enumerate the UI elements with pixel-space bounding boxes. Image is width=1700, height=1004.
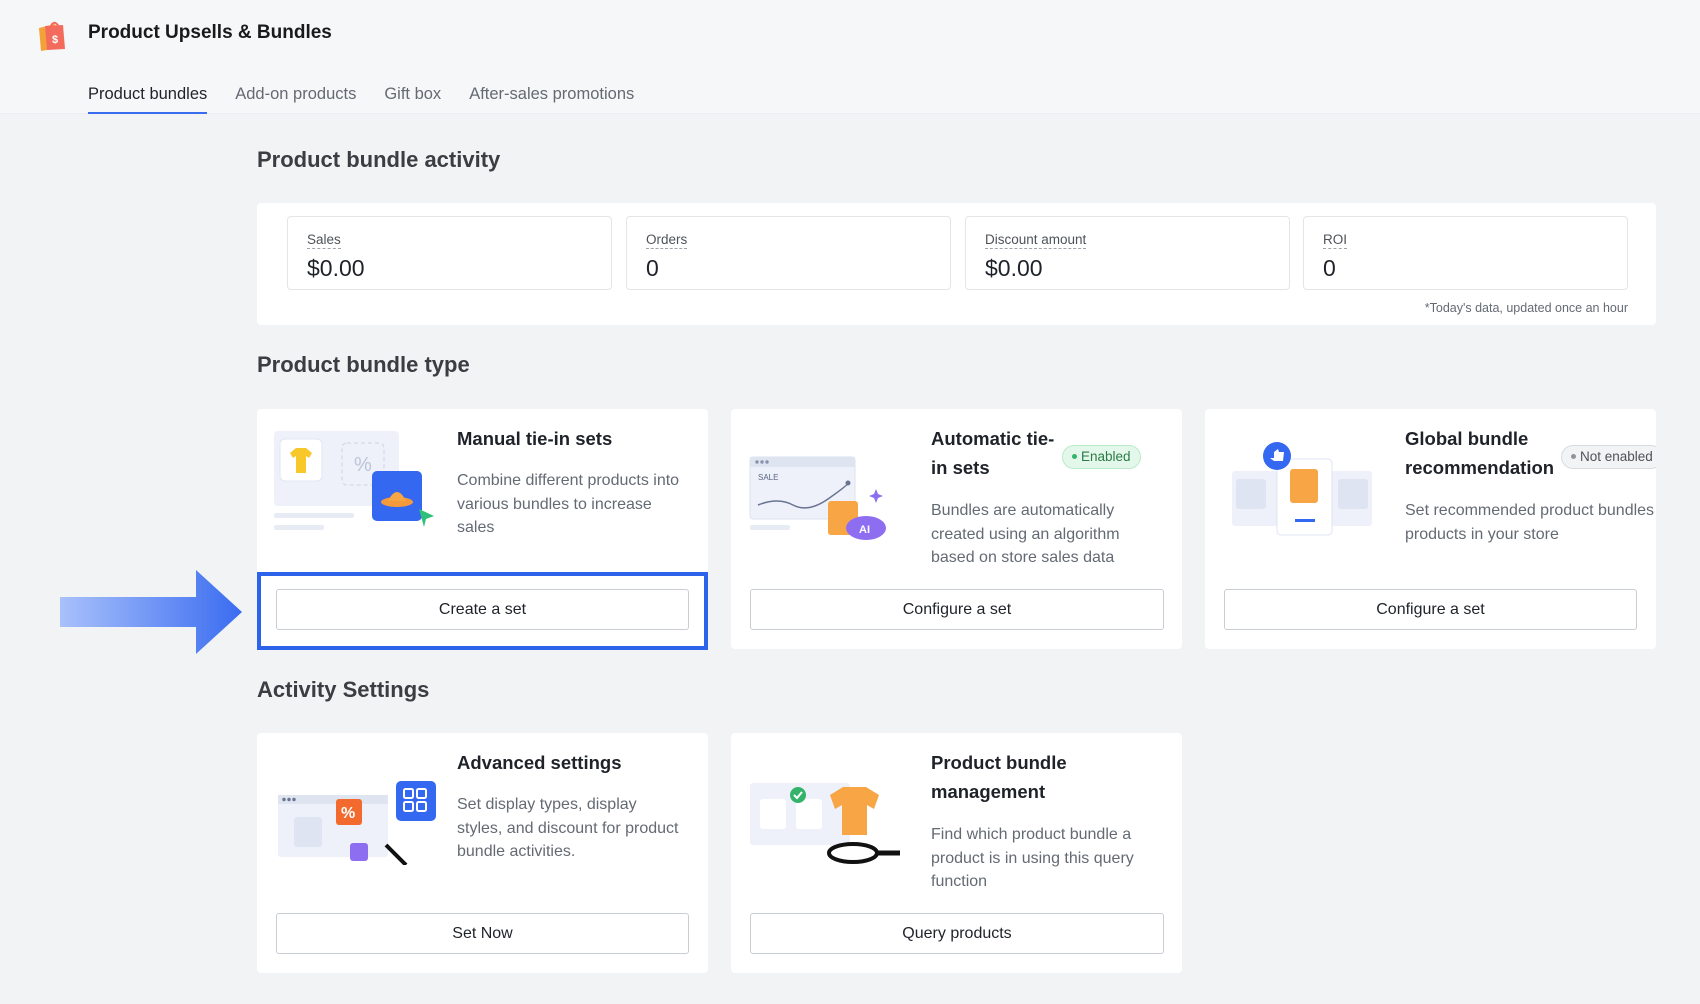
stat-label: Discount amount (985, 232, 1087, 249)
card-title: Global bundle recommendation (1405, 428, 1555, 478)
bundle-query-illustration-icon (750, 783, 900, 864)
highlight-box (257, 572, 708, 650)
status-badge-label: Not enabled (1580, 449, 1653, 464)
tab-add-on-products[interactable]: Add-on products (235, 82, 356, 114)
svg-text:SALE: SALE (758, 473, 778, 482)
advanced-settings-illustration-icon: % (278, 781, 436, 865)
query-products-button[interactable]: Query products (750, 913, 1164, 954)
status-badge-label: Enabled (1081, 449, 1131, 464)
section-title-activity-settings: Activity Settings (257, 677, 430, 702)
app-title: Product Upsells & Bundles (88, 22, 332, 43)
shopping-bag-dollar-icon: $ (39, 21, 65, 51)
stat-value: $0.00 (985, 255, 1043, 281)
status-badge-not-enabled: Not enabled (1561, 445, 1656, 469)
stat-discount-amount: Discount amount $0.00 (965, 216, 1290, 290)
configure-a-set-button[interactable]: Configure a set (1224, 589, 1637, 630)
stat-value: 0 (1323, 255, 1336, 281)
set-now-button[interactable]: Set Now (276, 913, 689, 954)
status-badge-enabled: Enabled (1062, 445, 1141, 469)
card-product-bundle-management: Product bundle management Find which pro… (731, 733, 1182, 973)
svg-text:%: % (341, 805, 355, 822)
stat-value: 0 (646, 255, 659, 281)
tab-gift-box[interactable]: Gift box (384, 82, 441, 114)
card-advanced-settings: % Advanced settings Set display types, d… (257, 733, 708, 973)
card-title: Advanced settings (457, 752, 622, 773)
card-title: Automatic tie-in sets (931, 428, 1055, 478)
card-global-bundle-recommendation: Global bundle recommendation Not enabled… (1205, 409, 1656, 649)
stat-label: ROI (1323, 232, 1348, 249)
card-automatic-tie-in-sets: SALE AI Automatic tie-in sets Enabled Bu… (731, 409, 1182, 649)
svg-text:AI: AI (859, 524, 870, 536)
svg-text:$: $ (52, 34, 58, 46)
stat-label: Orders (646, 232, 688, 249)
card-description: Set display types, display styles, and d… (457, 796, 679, 860)
stat-sales: Sales $0.00 (287, 216, 612, 290)
stat-roi: ROI 0 (1303, 216, 1628, 290)
svg-text:%: % (354, 454, 372, 476)
card-description: Find which product bundle a product is i… (931, 826, 1134, 890)
stat-orders: Orders 0 (626, 216, 951, 290)
tab-product-bundles[interactable]: Product bundles (88, 82, 208, 114)
card-title: Manual tie-in sets (457, 428, 613, 449)
section-title-activity: Product bundle activity (257, 147, 501, 172)
tab-bar: Product bundles Add-on products Gift box… (88, 82, 634, 114)
card-description: Set recommended product bundles for all … (1405, 502, 1656, 543)
configure-a-set-button[interactable]: Configure a set (750, 589, 1164, 630)
automatic-bundle-illustration-icon: SALE AI (749, 456, 886, 540)
manual-bundle-illustration-icon: % (274, 431, 434, 530)
pointer-arrow-icon (60, 570, 242, 654)
stats-update-note: *Today's data, updated once an hour (1424, 301, 1628, 315)
global-recommendation-illustration-icon (1232, 442, 1372, 536)
stat-label: Sales (307, 232, 341, 249)
status-dot-icon (1571, 453, 1576, 459)
status-dot-icon (1072, 453, 1077, 459)
app-header: $ Product Upsells & Bundles Product bund… (0, 0, 1700, 114)
card-title: Product bundle management (931, 752, 1067, 802)
card-description: Bundles are automatically created using … (931, 502, 1120, 566)
card-description: Combine different products into various … (457, 472, 680, 536)
section-title-bundle-type: Product bundle type (257, 352, 470, 377)
tab-after-sales-promotions[interactable]: After-sales promotions (469, 82, 634, 114)
stats-panel: Sales $0.00 Orders 0 Discount amount $0.… (257, 203, 1656, 325)
stat-value: $0.00 (307, 255, 365, 281)
